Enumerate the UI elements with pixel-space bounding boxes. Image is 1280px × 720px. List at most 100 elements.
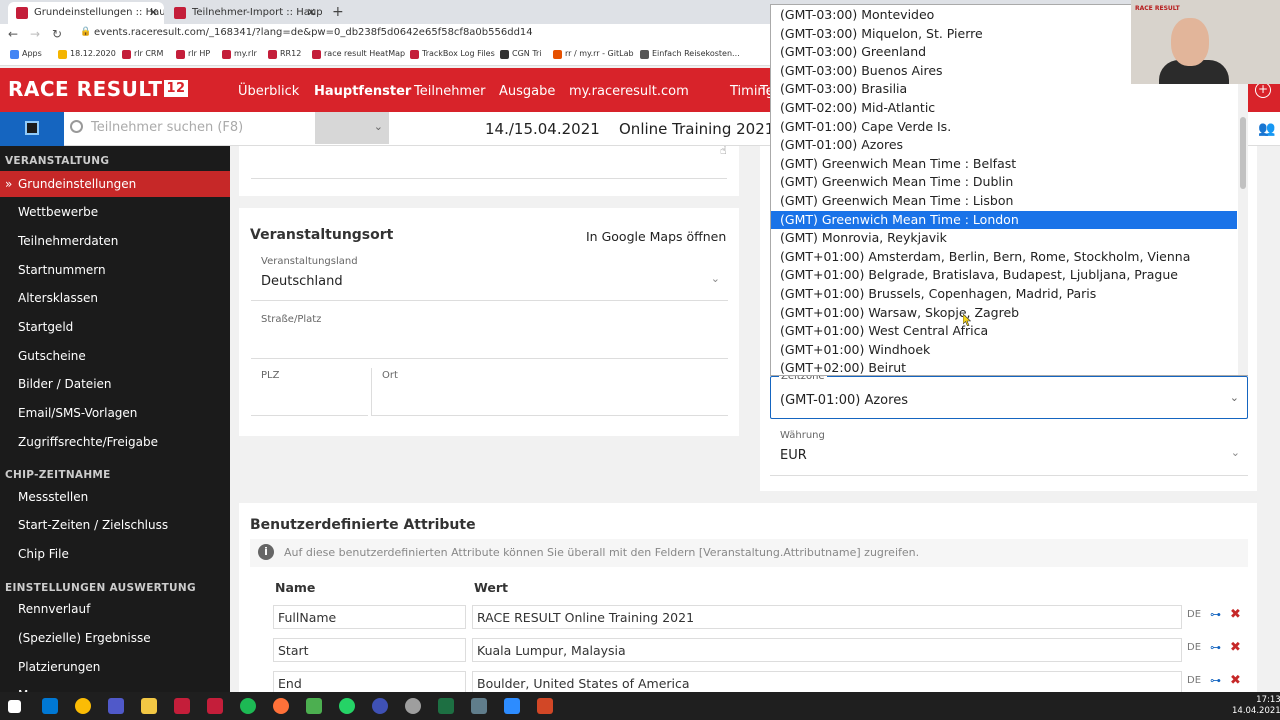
whatsapp-icon[interactable] (339, 698, 355, 714)
bookmark-item[interactable]: race result HeatMap (312, 49, 405, 59)
users-icon[interactable]: 👥 (1258, 121, 1275, 137)
city-input[interactable]: Ort (371, 368, 728, 416)
sidebar-item-wettbewerbe[interactable]: Wettbewerbe (0, 199, 230, 225)
save-button[interactable] (0, 112, 64, 146)
raceresult-app-icon[interactable] (174, 698, 190, 714)
sidebar-item-altersklassen[interactable]: Altersklassen (0, 285, 230, 311)
language-tag[interactable]: DE (1187, 675, 1201, 686)
contest-select[interactable]: ⌄ (315, 112, 389, 144)
timezone-option[interactable]: (GMT) Greenwich Mean Time : Lisbon (771, 192, 1237, 211)
outlook-icon[interactable] (42, 698, 58, 714)
bookmark-item[interactable]: 18.12.2020 (58, 49, 116, 59)
bookmark-item[interactable]: rr / my.rr - GitLab (553, 49, 634, 59)
bookmark-item[interactable]: rlr HP (176, 49, 210, 59)
sidebar-item-bilder-dateien[interactable]: Bilder / Dateien (0, 371, 230, 397)
sidebar-item-gutscheine[interactable]: Gutscheine (0, 343, 230, 369)
sidebar-item-spezielle-ergebnisse[interactable]: (Spezielle) Ergebnisse (0, 625, 230, 651)
close-tab-icon[interactable]: ✕ (149, 2, 158, 24)
attribute-name-input[interactable]: Start (273, 638, 466, 662)
sidebar-item-start-zeiten[interactable]: Start-Zeiten / Zielschluss (0, 512, 230, 538)
nav-ausgabe[interactable]: Ausgabe (499, 84, 555, 99)
sidebar-item-zugriffsrechte[interactable]: Zugriffsrechte/Freigabe (0, 429, 230, 455)
sidebar-item-chip-file[interactable]: Chip File (0, 541, 230, 567)
timezone-option[interactable]: (GMT+01:00) Belgrade, Bratislava, Budape… (771, 266, 1237, 285)
timezone-option-highlighted[interactable]: (GMT) Greenwich Mean Time : London (771, 210, 1237, 230)
add-circle-icon[interactable]: + (1255, 82, 1271, 98)
sidebar-item-email-sms-vorlagen[interactable]: Email/SMS-Vorlagen (0, 400, 230, 426)
nav-teilnehmer[interactable]: Teilnehmer (414, 84, 485, 99)
taskbar-clock[interactable]: 17:13 14.04.2021 (1232, 695, 1280, 717)
settings-icon[interactable] (405, 698, 421, 714)
scrollbar-thumb[interactable] (1240, 117, 1246, 189)
timezone-select[interactable]: Zeitzone (GMT-01:00) Azores ⌄ (770, 371, 1248, 419)
sidebar-item-startgeld[interactable]: Startgeld (0, 314, 230, 340)
timezone-option[interactable]: (GMT) Greenwich Mean Time : Dublin (771, 173, 1237, 192)
nav-myraceresult[interactable]: my.raceresult.com (569, 84, 689, 99)
sidebar-item-rennverlauf[interactable]: Rennverlauf (0, 596, 230, 622)
participant-search[interactable]: Teilnehmer suchen (F8) (70, 120, 243, 135)
currency-select[interactable]: Währung EUR ⌄ (770, 428, 1248, 476)
timezone-option[interactable]: (GMT+02:00) Beirut (771, 359, 1237, 375)
timezone-option[interactable]: (GMT-02:00) Mid-Atlantic (771, 99, 1237, 118)
timezone-option[interactable]: (GMT-01:00) Cape Verde Is. (771, 118, 1237, 137)
firefox-icon[interactable] (273, 698, 289, 714)
text-field[interactable] (251, 146, 727, 179)
folder-icon[interactable] (141, 698, 157, 714)
delete-icon[interactable]: ✖ (1230, 640, 1241, 655)
chrome-icon[interactable] (75, 698, 91, 714)
url-field[interactable]: 🔒 events.raceresult.com/_168341/?lang=de… (80, 27, 533, 38)
notepad-icon[interactable] (306, 698, 322, 714)
timezone-option[interactable]: (GMT+01:00) Brussels, Copenhagen, Madrid… (771, 285, 1237, 304)
attribute-value-input[interactable]: Kuala Lumpur, Malaysia (472, 638, 1182, 662)
google-maps-link[interactable]: In Google Maps öffnen (586, 229, 726, 244)
tree-icon[interactable]: ⊶ (1210, 641, 1221, 654)
close-tab-icon[interactable]: ✕ (307, 2, 316, 24)
browser-tab-grundeinstellungen[interactable]: Grundeinstellungen :: Hauptfen ✕ (8, 2, 164, 24)
spotify-icon[interactable] (240, 698, 256, 714)
raceresult-app-icon[interactable] (207, 698, 223, 714)
nav-ueberblick[interactable]: Überblick (238, 84, 299, 99)
tool-icon[interactable] (471, 698, 487, 714)
bookmark-item[interactable]: TrackBox Log Files (410, 49, 495, 59)
bookmark-item[interactable]: my.rlr (222, 49, 257, 59)
sidebar-item-startnummern[interactable]: Startnummern (0, 257, 230, 283)
bookmark-item[interactable]: CGN Tri (500, 49, 542, 59)
country-select[interactable]: Veranstaltungsland Deutschland ⌄ (251, 254, 728, 301)
bookmark-item[interactable]: rlr CRM (122, 49, 163, 59)
browser-tab-teilnehmer-import[interactable]: Teilnehmer-Import :: Hauptfenst ✕ (166, 2, 322, 24)
forward-icon[interactable]: → (30, 27, 40, 41)
windows-start-icon[interactable] (8, 700, 21, 713)
bookmark-item[interactable]: RR12 (268, 49, 301, 59)
back-icon[interactable]: ← (8, 27, 18, 41)
zip-input[interactable]: PLZ (251, 368, 368, 416)
tree-icon[interactable]: ⊶ (1210, 674, 1221, 687)
excel-icon[interactable] (438, 698, 454, 714)
teams-icon[interactable] (108, 698, 124, 714)
powerpoint-icon[interactable] (537, 698, 553, 714)
nav-hauptfenster[interactable]: Hauptfenster (314, 84, 411, 99)
attribute-name-input[interactable]: FullName (273, 605, 466, 629)
new-tab-icon[interactable]: + (332, 2, 344, 22)
sidebar-item-more[interactable]: M... ... ... (0, 682, 230, 692)
street-input[interactable]: Straße/Platz (251, 312, 728, 359)
zoom-icon[interactable] (504, 698, 520, 714)
attribute-value-input[interactable]: RACE RESULT Online Training 2021 (472, 605, 1182, 629)
raceresult-logo[interactable]: RACE RESULT 12 (8, 77, 188, 101)
timezone-option[interactable]: (GMT+01:00) West Central Africa (771, 322, 1237, 341)
language-tag[interactable]: DE (1187, 609, 1201, 620)
timezone-option[interactable]: (GMT-01:00) Azores (771, 136, 1237, 155)
language-tag[interactable]: DE (1187, 642, 1201, 653)
reload-icon[interactable]: ↻ (52, 27, 62, 41)
bookmark-item[interactable]: Apps (10, 49, 42, 59)
sidebar-item-teilnehmerdaten[interactable]: Teilnehmerdaten (0, 228, 230, 254)
sidebar-item-messstellen[interactable]: Messstellen (0, 484, 230, 510)
timezone-option[interactable]: (GMT+01:00) Warsaw, Skopje, Zagreb (771, 304, 1237, 323)
delete-icon[interactable]: ✖ (1230, 673, 1241, 688)
delete-icon[interactable]: ✖ (1230, 607, 1241, 622)
tree-icon[interactable]: ⊶ (1210, 608, 1221, 621)
sidebar-item-grundeinstellungen[interactable]: Grundeinstellungen (0, 171, 230, 197)
timezone-option[interactable]: (GMT+01:00) Amsterdam, Berlin, Bern, Rom… (771, 248, 1237, 267)
app-icon[interactable] (372, 698, 388, 714)
timezone-option[interactable]: (GMT) Greenwich Mean Time : Belfast (771, 155, 1237, 174)
timezone-option[interactable]: (GMT) Monrovia, Reykjavik (771, 229, 1237, 248)
